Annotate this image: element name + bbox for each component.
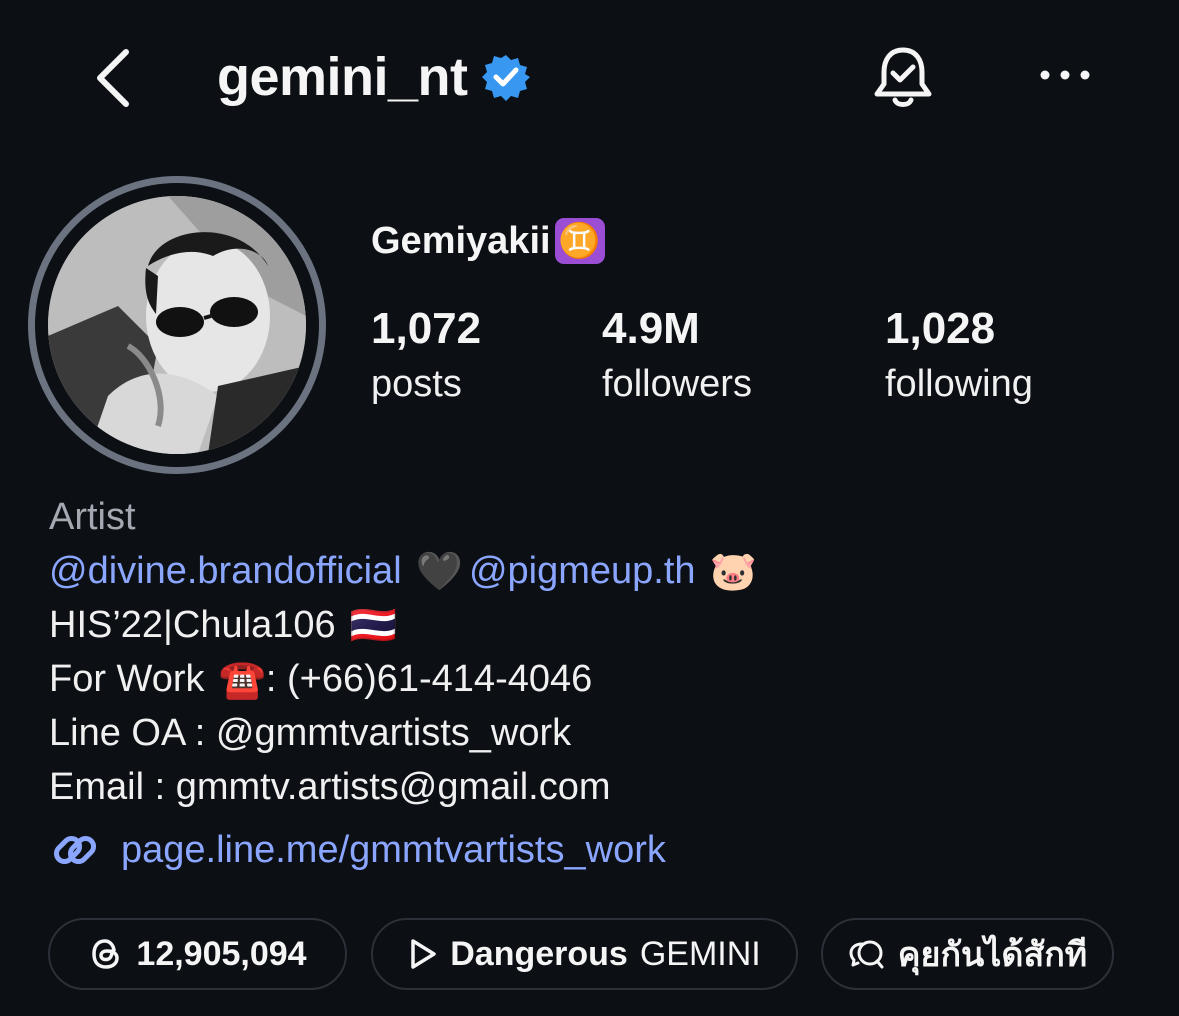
bio-email: Email : gmmtv.artists@gmail.com <box>49 766 611 808</box>
black-heart-emoji: 🖤 <box>415 549 463 593</box>
avatar-photo <box>48 196 306 454</box>
bio-school-text: HIS’22|Chula106 <box>49 604 336 646</box>
notification-bell-icon <box>874 47 932 107</box>
telephone-emoji: ☎️ <box>218 657 266 701</box>
music-artist: GEMINI <box>639 934 761 973</box>
pig-face-emoji: 🐷 <box>709 549 757 593</box>
following-count: 1,028 <box>885 304 996 353</box>
display-name: Gemiyakii ♊ <box>371 218 605 264</box>
thailand-flag-emoji: 🇹🇭 <box>349 603 397 647</box>
bio-line-oa: Line OA : @gmmtvartists_work <box>49 712 572 754</box>
note-text: คุยกันได้สักที <box>897 936 1088 974</box>
threads-chip[interactable]: 12,905,094 <box>48 918 347 990</box>
mention-pigmeup[interactable]: @pigmeup.th <box>469 544 696 598</box>
avatar-story-ring[interactable] <box>28 176 326 474</box>
bio-work-line: For Work ☎️ : (+66)61-414-4046 <box>49 652 757 706</box>
posts-label: posts <box>371 363 462 405</box>
bio-school-line: HIS’22|Chula106 🇹🇭 <box>49 598 757 652</box>
mention-divine-brand[interactable]: @divine.brandofficial <box>49 544 402 598</box>
username: gemini_nt <box>217 47 468 107</box>
stat-following[interactable]: 1,028 following <box>885 300 1033 410</box>
following-label: following <box>885 363 1033 405</box>
stat-followers[interactable]: 4.9M followers <box>602 300 752 410</box>
posts-count: 1,072 <box>371 304 482 353</box>
chevron-left-icon <box>97 49 129 107</box>
profile-link-text: page.line.me/gmmtvartists_work <box>121 828 666 871</box>
threads-icon <box>92 939 120 969</box>
bio-work-prefix: For Work <box>49 658 205 700</box>
threads-count: 12,905,094 <box>136 934 307 973</box>
profile-link[interactable]: page.line.me/gmmtvartists_work <box>49 824 666 876</box>
avatar[interactable] <box>48 196 306 454</box>
profile-page: gemini_nt Gemiyakii ♊ 1,072 posts 4.9M f… <box>0 0 1179 1016</box>
more-horizontal-icon <box>1040 70 1090 80</box>
play-icon <box>411 939 436 969</box>
bio-mentions-line: @divine.brandofficial 🖤 @pigmeup.th 🐷 <box>49 544 757 598</box>
display-name-text: Gemiyakii <box>371 219 551 262</box>
more-options-button[interactable] <box>1035 58 1095 92</box>
followers-count: 4.9M <box>602 304 700 353</box>
bio-work-phone: : (+66)61-414-4046 <box>265 658 593 700</box>
username-title: gemini_nt <box>217 42 530 112</box>
stat-posts[interactable]: 1,072 posts <box>371 300 481 410</box>
bio: Artist @divine.brandofficial 🖤 @pigmeup.… <box>49 490 757 814</box>
notification-bell-button[interactable] <box>870 40 936 112</box>
music-title: Dangerous <box>450 934 628 973</box>
verified-badge-icon <box>481 55 530 101</box>
followers-label: followers <box>602 363 752 405</box>
profile-category: Artist <box>49 496 136 538</box>
profile-header: gemini_nt <box>0 0 1179 150</box>
back-button[interactable] <box>88 40 148 112</box>
gemini-zodiac-emoji: ♊ <box>554 218 605 264</box>
chat-bubble-icon <box>849 940 884 969</box>
link-icon <box>53 835 97 865</box>
note-chip[interactable]: คุยกันได้สักที <box>821 918 1114 990</box>
music-chip[interactable]: Dangerous GEMINI <box>371 918 798 990</box>
